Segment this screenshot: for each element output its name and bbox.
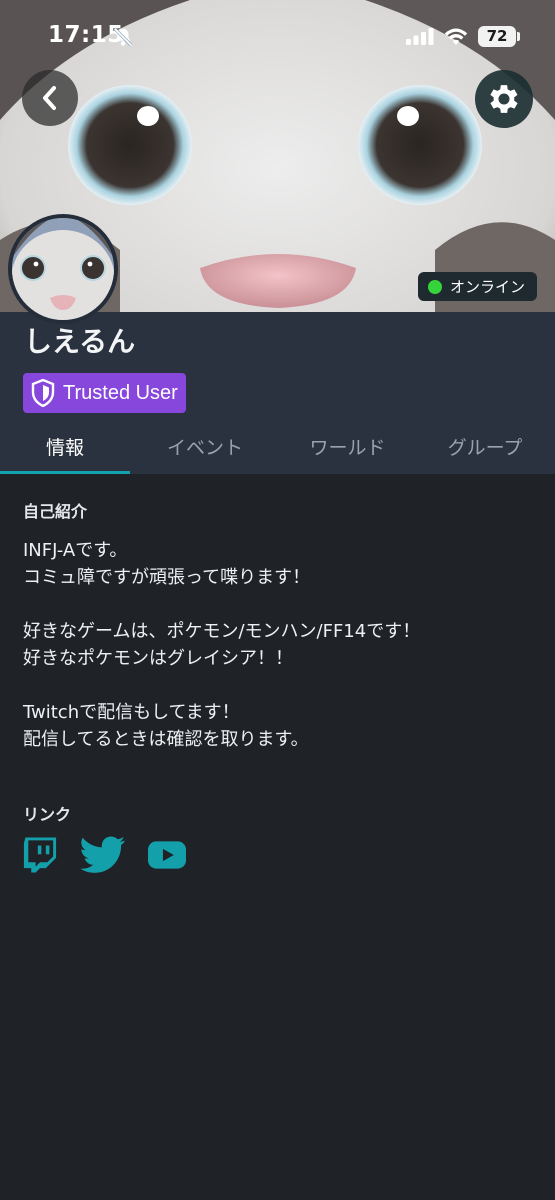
- online-status-label: オンライン: [450, 278, 526, 296]
- youtube-icon[interactable]: [148, 841, 186, 869]
- profile-screen: 17:15 72 オンライン しえるん Trusted User 情報 イベント…: [0, 0, 555, 1200]
- back-button[interactable]: [22, 70, 78, 126]
- links-section-title: リンク: [23, 805, 72, 824]
- wifi-icon: [444, 26, 468, 50]
- tab-worlds[interactable]: ワールド: [280, 418, 415, 474]
- shield-icon: [31, 379, 55, 407]
- online-indicator-dot: [428, 279, 442, 294]
- twitch-icon[interactable]: [22, 836, 58, 874]
- bell-off-icon: [112, 26, 134, 52]
- display-name: しえるん: [24, 325, 136, 358]
- twitter-icon[interactable]: [80, 836, 126, 874]
- bio-text: INFJ-Aです。 コミュ障ですが頑張って喋ります！ 好きなゲームは、ポケモン/…: [23, 540, 421, 750]
- status-bar: 17:15 72: [0, 0, 555, 72]
- signal-icon: [406, 28, 434, 49]
- avatar-image: [12, 218, 114, 320]
- avatar[interactable]: [8, 214, 118, 324]
- online-status-badge: オンライン: [418, 272, 538, 301]
- social-links: [22, 836, 208, 874]
- trust-rank-badge: Trusted User: [23, 373, 186, 413]
- settings-button[interactable]: [475, 70, 533, 128]
- battery-tip: [517, 32, 520, 41]
- tab-events[interactable]: イベント: [130, 418, 280, 474]
- profile-tabs: 情報 イベント ワールド グループ: [0, 418, 555, 474]
- trust-rank-label: Trusted User: [63, 381, 178, 404]
- tab-groups[interactable]: グループ: [415, 418, 555, 474]
- tab-info[interactable]: 情報: [0, 418, 130, 474]
- about-section-title: 自己紹介: [23, 502, 88, 521]
- back-arrow-icon: [43, 86, 56, 110]
- gear-icon: [490, 85, 518, 113]
- battery-icon: 72: [478, 26, 516, 47]
